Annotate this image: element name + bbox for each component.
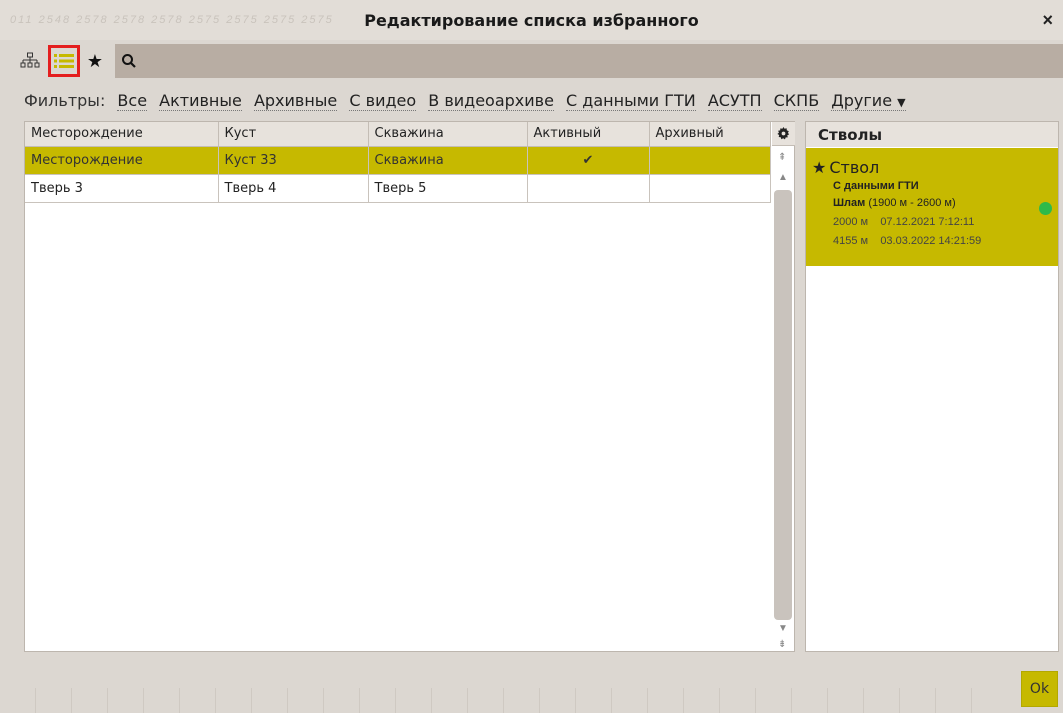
cell-field: Тверь 3 xyxy=(25,174,219,203)
chevron-down-icon: ▼ xyxy=(897,96,906,109)
stem-sludge: Шлам (1900 м - 2600 м) xyxy=(833,197,956,209)
search-icon xyxy=(121,53,137,74)
checkmark-icon: ✔ xyxy=(527,146,650,175)
table-row[interactable]: Месторождение Куст 33 Скважина ✔ xyxy=(25,146,771,175)
stem-title: ★ Ствол xyxy=(812,158,879,177)
toolbar: ★ xyxy=(15,44,1063,78)
stem-title-text: Ствол xyxy=(829,158,880,177)
scroll-down-icon[interactable]: ▼ xyxy=(778,623,788,634)
table-scrollbar[interactable]: ⇞ ▲ ▼ ⇟ xyxy=(774,150,792,650)
filter-other[interactable]: Другие ▼ xyxy=(831,91,906,111)
header-well[interactable]: Скважина xyxy=(368,122,528,147)
scroll-bottom-icon[interactable]: ⇟ xyxy=(778,639,786,650)
wells-table: Месторождение Куст Скважина Активный Арх… xyxy=(25,122,771,203)
stem-row-2: 4155 м 03.03.2022 14:21:59 xyxy=(833,235,982,247)
filter-with-video[interactable]: С видео xyxy=(349,91,417,111)
cell-bush: Тверь 4 xyxy=(218,174,369,203)
scroll-top-icon[interactable]: ⇞ xyxy=(778,152,786,163)
favorites-dialog: 011 2548 2578 2578 2578 2575 2575 2575 2… xyxy=(0,0,1063,713)
cell-active xyxy=(527,174,650,203)
cell-well: Скважина xyxy=(368,146,528,175)
filter-asutp[interactable]: АСУТП xyxy=(707,91,762,111)
title-bar: 011 2548 2578 2578 2578 2575 2575 2575 2… xyxy=(0,0,1063,40)
dialog-title: Редактирование списка избранного xyxy=(364,11,699,30)
header-field[interactable]: Месторождение xyxy=(25,122,219,147)
table-row[interactable]: Тверь 3 Тверь 4 Тверь 5 xyxy=(25,174,771,203)
filters-label: Фильтры: xyxy=(24,91,106,110)
filter-skpb[interactable]: СКПБ xyxy=(773,91,820,111)
scrollbar-thumb[interactable] xyxy=(774,190,792,620)
background-grid xyxy=(0,688,1000,713)
scroll-up-icon[interactable]: ▲ xyxy=(778,172,788,183)
header-active[interactable]: Активный xyxy=(527,122,650,147)
search-input[interactable] xyxy=(145,49,1045,73)
filter-gti-data[interactable]: С данными ГТИ xyxy=(566,91,696,111)
header-bush[interactable]: Куст xyxy=(218,122,369,147)
stems-panel: Стволы ★ Ствол С данными ГТИ Шлам (1900 м… xyxy=(805,121,1059,652)
wells-table-panel: Месторождение Куст Скважина Активный Арх… xyxy=(24,121,795,652)
table-header-row: Месторождение Куст Скважина Активный Арх… xyxy=(25,122,771,147)
star-icon[interactable]: ★ xyxy=(812,158,826,177)
stem-subtitle: С данными ГТИ xyxy=(833,180,919,192)
sludge-range: (1900 м - 2600 м) xyxy=(865,197,956,209)
tree-view-icon[interactable] xyxy=(19,50,41,72)
cell-field: Месторождение xyxy=(25,146,219,175)
stems-header: Стволы xyxy=(806,122,1058,147)
stem-row-1: 2000 м 07.12.2021 7:12:11 xyxy=(833,216,975,228)
search-bar xyxy=(115,44,1063,78)
filter-all[interactable]: Все xyxy=(117,91,148,111)
cell-bush: Куст 33 xyxy=(218,146,369,175)
header-archive[interactable]: Архивный xyxy=(649,122,771,147)
filters-bar: Фильтры: Все Активные Архивные С видео В… xyxy=(24,91,906,111)
sludge-label: Шлам xyxy=(833,197,866,209)
filter-video-archive[interactable]: В видеоархиве xyxy=(428,91,554,111)
filter-archived[interactable]: Архивные xyxy=(253,91,338,111)
cell-archive xyxy=(649,174,771,203)
close-icon[interactable]: × xyxy=(1042,10,1053,31)
list-view-icon[interactable] xyxy=(48,45,80,77)
gear-icon[interactable] xyxy=(772,122,795,146)
status-dot xyxy=(1039,202,1052,215)
filter-active[interactable]: Активные xyxy=(159,91,242,111)
cell-archive xyxy=(649,146,771,175)
filter-other-label: Другие xyxy=(831,91,893,110)
stem-card[interactable]: ★ Ствол С данными ГТИ Шлам (1900 м - 2600… xyxy=(806,148,1058,266)
ok-button[interactable]: Ok xyxy=(1021,671,1058,707)
cell-well: Тверь 5 xyxy=(368,174,528,203)
star-icon[interactable]: ★ xyxy=(84,50,106,72)
